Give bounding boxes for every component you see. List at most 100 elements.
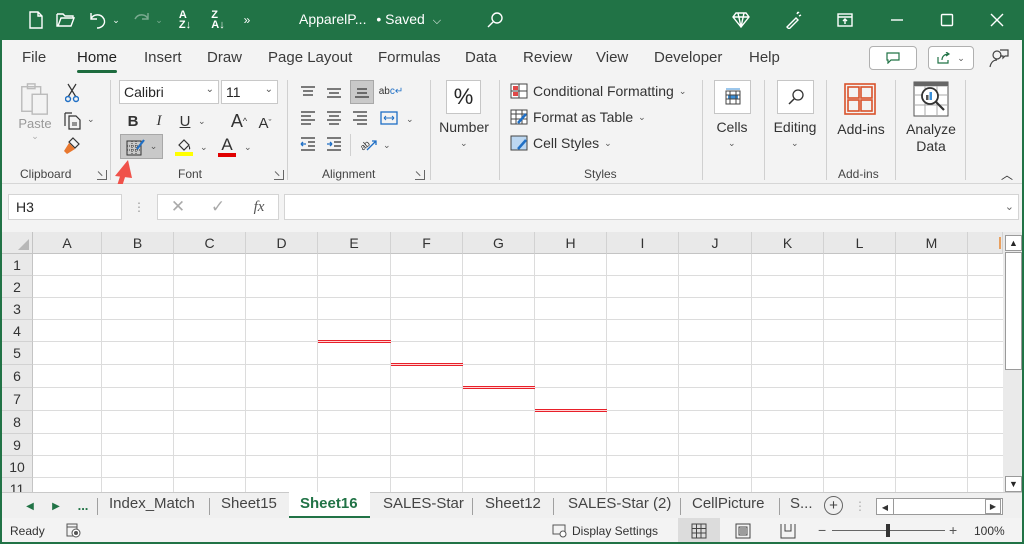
formula-input[interactable]: ⌄ [284, 194, 1019, 220]
row-header-6[interactable]: 6 [2, 365, 33, 388]
select-all-button[interactable] [2, 232, 33, 254]
column-header-h[interactable]: H [535, 232, 607, 254]
column-header-d[interactable]: D [246, 232, 318, 254]
row-header-3[interactable]: 3 [2, 298, 33, 320]
column-header-j[interactable]: J [679, 232, 752, 254]
tab-review[interactable]: Review [523, 49, 572, 66]
scroll-up-icon[interactable]: ▲ [1005, 235, 1022, 251]
row-header-7[interactable]: 7 [2, 388, 33, 411]
coauthor-icon[interactable] [987, 46, 1011, 70]
zoom-out-button[interactable]: − [818, 522, 826, 538]
underline-dropdown-icon[interactable]: ⌄ [198, 116, 206, 127]
borders-button[interactable]: ⌄ [120, 134, 163, 159]
more-sheets-left[interactable]: ... [74, 495, 92, 515]
macro-recording-icon[interactable] [65, 522, 81, 538]
cells-label[interactable]: Cells [712, 119, 752, 135]
italic-button[interactable]: I [149, 110, 169, 132]
orientation-dropdown-icon[interactable]: ⌄ [383, 140, 391, 151]
sheet-tab-sales-star-2[interactable]: SALES-Star (2) [568, 495, 671, 512]
alignment-dialog-launcher[interactable] [415, 170, 425, 180]
font-dialog-launcher[interactable] [274, 170, 284, 180]
scroll-left-icon[interactable]: ◀ [879, 501, 891, 513]
horizontal-scrollbar[interactable]: ◀ [876, 498, 1003, 515]
scroll-tabs-right-icon[interactable]: ▶ [50, 499, 62, 513]
sheet-tab-index-match[interactable]: Index_Match [109, 495, 195, 512]
fill-color-button[interactable] [174, 136, 194, 158]
insert-function-icon[interactable]: fx [248, 197, 270, 217]
share-button[interactable]: ⌄ [928, 46, 974, 70]
sort-a-z-icon[interactable]: A Z↓ [172, 9, 198, 31]
page-break-view-icon[interactable] [780, 523, 796, 539]
collapse-ribbon-icon[interactable]: ︿ [1000, 168, 1014, 182]
row-header-4[interactable]: 4 [2, 320, 33, 342]
sheet-tab-truncated[interactable]: S... [790, 495, 820, 512]
bottom-align-icon[interactable] [350, 80, 374, 104]
undo-dropdown-icon[interactable]: ⌄ [111, 9, 121, 31]
open-file-icon[interactable] [55, 9, 77, 31]
zoom-in-button[interactable]: + [949, 522, 957, 538]
tab-file[interactable]: File [22, 49, 46, 66]
copy-icon[interactable] [60, 108, 84, 132]
sheet-tab-sales-star[interactable]: SALES-Star [383, 495, 464, 512]
font-color-dropdown-icon[interactable]: ⌄ [244, 142, 252, 153]
format-painter-icon[interactable] [60, 134, 84, 158]
bold-button[interactable]: B [123, 110, 143, 132]
number-label[interactable]: Number [438, 119, 490, 135]
formula-bar-resize-handle[interactable]: ⋮ [133, 198, 145, 216]
sheet-tab-sheet15[interactable]: Sheet15 [221, 495, 277, 512]
tab-draw[interactable]: Draw [207, 49, 242, 66]
document-title[interactable]: ApparelP... • Saved ⌵ [299, 11, 441, 28]
row-header-9[interactable]: 9 [2, 434, 33, 456]
row-header-5[interactable]: 5 [2, 342, 33, 365]
tab-split-handle[interactable]: ⋮ [854, 498, 866, 514]
display-settings-button[interactable]: Display Settings [552, 522, 658, 540]
paste-button[interactable]: Paste ⌄ [16, 82, 54, 142]
enter-check-icon[interactable]: ✓ [208, 197, 228, 217]
add-ins-label[interactable]: Add-ins [832, 121, 890, 137]
page-layout-view-icon[interactable] [735, 523, 751, 539]
cells-button[interactable] [714, 80, 751, 114]
number-format-button[interactable]: % [446, 80, 481, 114]
tab-view[interactable]: View [596, 49, 628, 66]
add-sheet-icon[interactable]: + [824, 496, 843, 515]
column-header-f[interactable]: F [391, 232, 463, 254]
column-header-m[interactable]: M [896, 232, 968, 254]
row-header-2[interactable]: 2 [2, 276, 33, 298]
spreadsheet-grid[interactable]: ▲ ▼ A B C D E F G H I J K L M 1 2 3 4 5 6 7 8 9 10 11 [2, 232, 1022, 492]
wrap-text-icon[interactable]: ab c↵ [379, 80, 404, 102]
column-header-g[interactable]: G [463, 232, 535, 254]
maximize-icon[interactable] [936, 9, 958, 31]
align-center-icon[interactable] [324, 108, 344, 128]
column-header-c[interactable]: C [174, 232, 246, 254]
sheet-tab-sheet12[interactable]: Sheet12 [485, 495, 541, 512]
sheet-tab-cellpicture[interactable]: CellPicture [692, 495, 765, 512]
orientation-icon[interactable]: ab [356, 134, 380, 154]
align-right-icon[interactable] [350, 108, 370, 128]
row-header-10[interactable]: 10 [2, 456, 33, 478]
zoom-slider-thumb[interactable] [886, 524, 890, 537]
column-header-partial[interactable] [968, 232, 1003, 254]
designer-icon[interactable] [782, 9, 804, 31]
conditional-formatting-button[interactable]: Conditional Formatting ⌄ [510, 80, 686, 102]
horizontal-scroll-thumb[interactable] [893, 498, 894, 515]
format-as-table-button[interactable]: Format as Table ⌄ [510, 106, 646, 128]
premium-diamond-icon[interactable] [730, 9, 752, 31]
tab-insert[interactable]: Insert [144, 49, 182, 66]
top-align-icon[interactable] [298, 82, 318, 102]
tab-page-layout[interactable]: Page Layout [268, 49, 352, 66]
comments-button[interactable] [869, 46, 917, 70]
close-icon[interactable] [986, 9, 1008, 31]
tab-formulas[interactable]: Formulas [378, 49, 441, 66]
font-color-button[interactable]: A [216, 134, 238, 158]
middle-align-icon[interactable] [324, 82, 344, 102]
cancel-icon[interactable]: ✕ [168, 197, 188, 217]
name-box[interactable]: H3 [8, 194, 122, 220]
row-header-8[interactable]: 8 [2, 411, 33, 434]
new-file-icon[interactable] [26, 9, 46, 31]
search-icon[interactable] [484, 9, 506, 31]
analyze-data-button[interactable] [912, 80, 950, 118]
tab-help[interactable]: Help [749, 49, 780, 66]
font-name-select[interactable]: Calibri ⌄ [119, 80, 219, 104]
zoom-level[interactable]: 100% [974, 524, 1005, 538]
cell-styles-button[interactable]: Cell Styles ⌄ [510, 132, 612, 154]
